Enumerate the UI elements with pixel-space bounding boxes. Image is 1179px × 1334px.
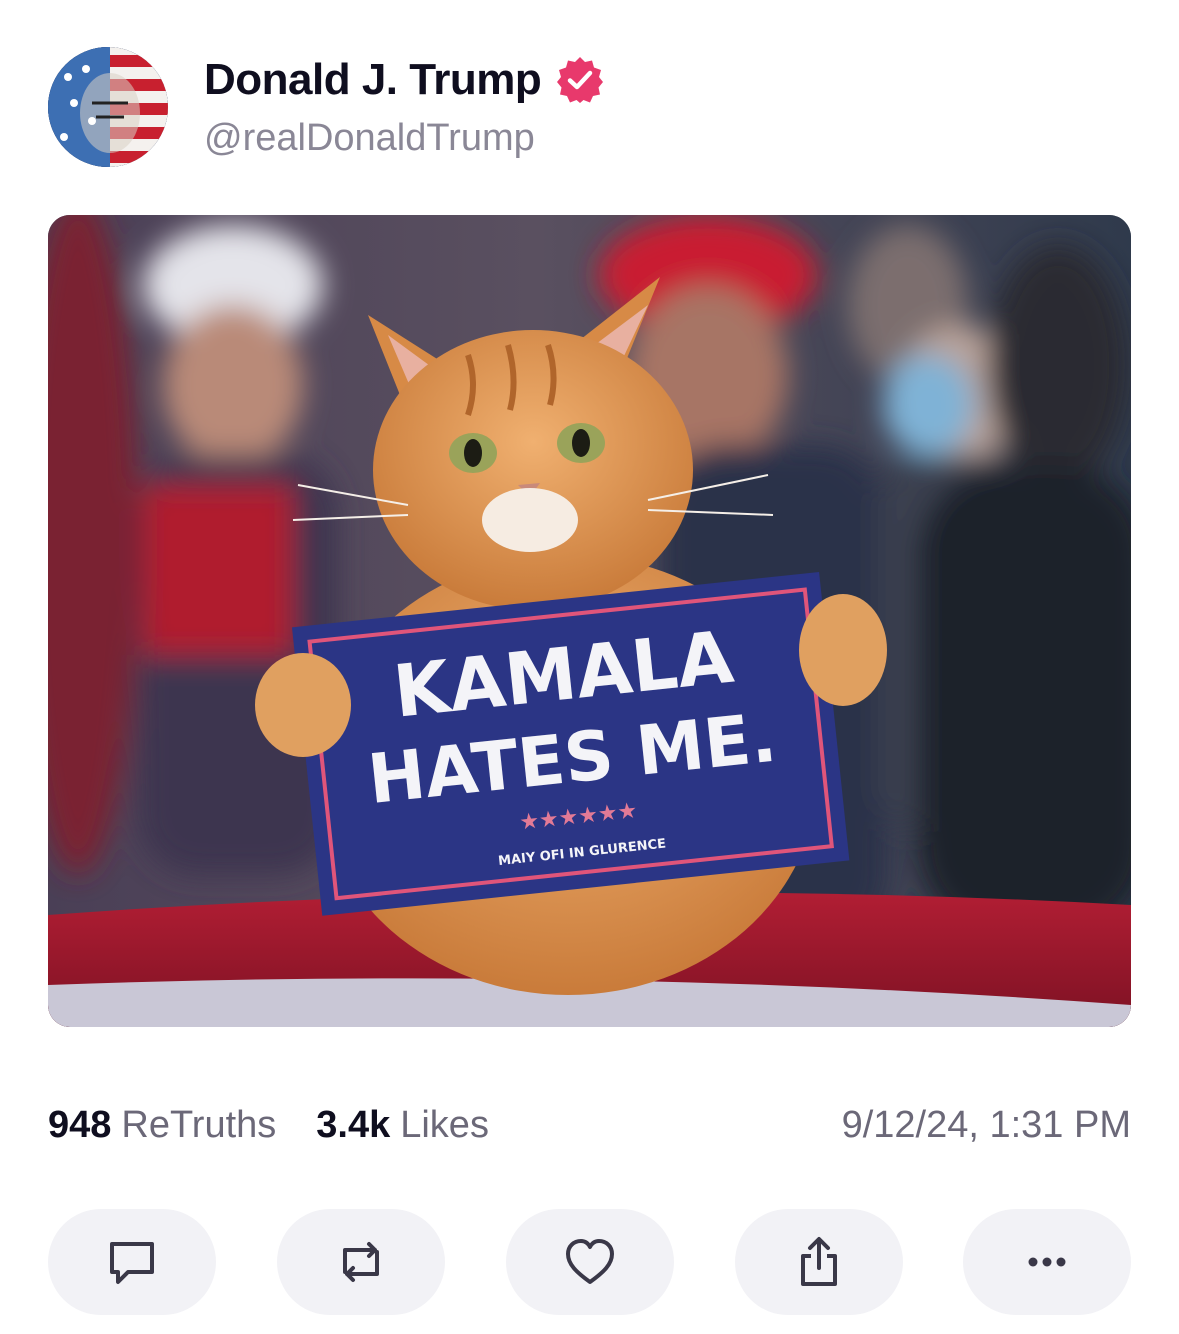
likes-count: 3.4k	[316, 1103, 391, 1146]
reply-button[interactable]	[48, 1209, 216, 1315]
likes-stat[interactable]: 3.4k Likes	[316, 1104, 489, 1147]
avatar-image	[48, 47, 168, 167]
retruths-count: 948	[48, 1103, 112, 1146]
author-handle[interactable]: @realDonaldTrump	[204, 117, 605, 160]
comment-icon	[110, 1242, 154, 1284]
retruths-label: ReTruths	[121, 1103, 277, 1146]
verified-badge-icon	[555, 55, 605, 105]
share-button[interactable]	[735, 1209, 903, 1315]
post-timestamp: 9/12/24, 1:31 PM	[841, 1103, 1131, 1146]
author-names: Donald J. Trump @realDonaldTrump	[204, 55, 605, 160]
likes-label: Likes	[400, 1103, 489, 1146]
post-image[interactable]: KAMALA HATES ME. ★★★★★★ MAIY OFI IN GLUR…	[48, 215, 1131, 1027]
heart-icon	[566, 1239, 614, 1284]
name-row: Donald J. Trump	[204, 55, 605, 105]
share-icon	[801, 1237, 837, 1286]
repost-icon	[343, 1242, 379, 1282]
more-button[interactable]	[963, 1209, 1131, 1315]
action-bar	[48, 1209, 1131, 1315]
retruths-stat[interactable]: 948 ReTruths	[48, 1104, 276, 1147]
like-button[interactable]	[506, 1209, 674, 1315]
cat-rally-photo: KAMALA HATES ME. ★★★★★★ MAIY OFI IN GLUR…	[48, 215, 1131, 1027]
display-name[interactable]: Donald J. Trump	[204, 55, 542, 105]
retruth-button[interactable]	[277, 1209, 445, 1315]
more-icon	[1028, 1257, 1066, 1267]
avatar[interactable]	[48, 47, 168, 167]
post-header: Donald J. Trump @realDonaldTrump	[48, 46, 605, 168]
post-stats: 948 ReTruths 3.4k Likes 9/12/24, 1:31 PM	[48, 1100, 1131, 1150]
truth-post: Donald J. Trump @realDonaldTrump KAMALA …	[0, 0, 1179, 1334]
